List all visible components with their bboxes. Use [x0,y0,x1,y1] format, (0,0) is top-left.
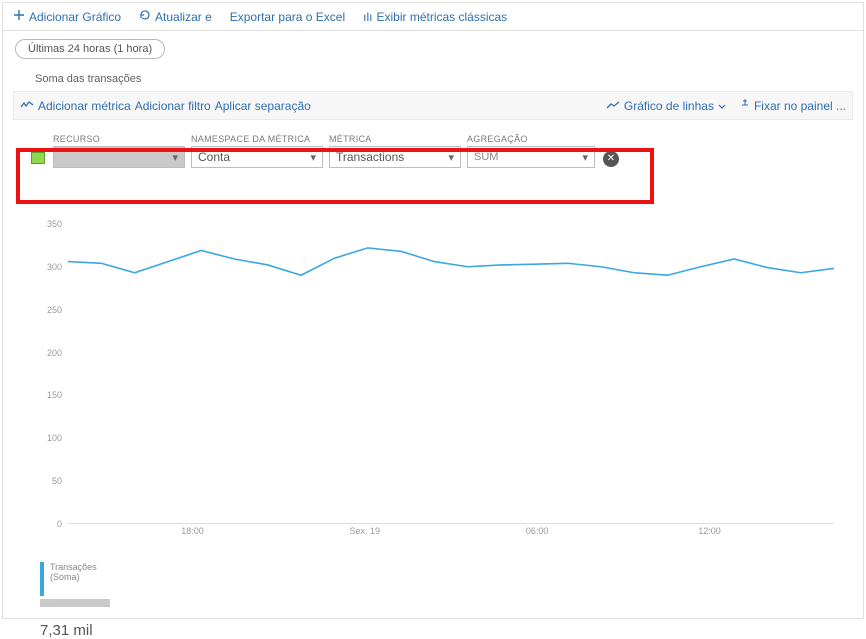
recurso-label: RECURSO [53,134,185,144]
legend-redacted-box [40,599,110,607]
add-metric-label: Adicionar métrica [38,99,131,113]
add-metric-button[interactable]: Adicionar métrica [20,99,131,113]
time-range-label: Últimas 24 horas (1 hora) [28,43,152,55]
add-chart-button[interactable]: Adicionar Gráfico [13,9,121,24]
y-tick: 350 [47,219,62,229]
chevron-down-icon: ▾ [448,151,454,164]
y-tick: 200 [47,348,62,358]
close-icon: ✕ [607,153,615,164]
pin-button[interactable]: Fixar no painel ... [740,98,846,113]
x-tick: 18:00 [181,526,204,536]
refresh-icon [139,9,151,24]
legend-series-name: Transações (Soma) [40,562,119,582]
chart-type-label: Gráfico de linhas [624,99,714,113]
show-classic-label: Exibir métricas clássicas [376,10,507,24]
export-excel-label: Exportar para o Excel [230,10,345,24]
y-tick: 100 [47,433,62,443]
y-axis: 050100150200250300350 [40,224,64,524]
time-range-chip[interactable]: Últimas 24 horas (1 hora) [15,39,165,59]
agregacao-label: AGREGAÇÃO [467,134,595,144]
metric-selector-row: RECURSO ▾ NAMESPACE DA MÉTRICA Conta ▾ M… [31,134,863,168]
section-title: Soma das transações [3,59,863,91]
metrica-value: Transactions [336,150,404,164]
agregacao-select[interactable]: SUM ▾ [467,146,595,168]
plus-icon [13,9,25,24]
x-axis: 18:00 Sex. 19 06:00 12:00 [68,526,834,540]
add-filter-label: Adicionar filtro [135,99,211,113]
x-tick: Sex. 19 [350,526,381,536]
series-line [68,248,834,275]
y-tick: 0 [57,519,62,529]
x-tick: 06:00 [526,526,549,536]
recurso-select[interactable]: ▾ [53,146,185,168]
remove-metric-button[interactable]: ✕ [603,151,619,167]
y-tick: 50 [52,476,62,486]
show-classic-button[interactable]: ılı Exibir métricas clássicas [363,10,507,24]
y-tick: 150 [47,390,62,400]
chart-toolbar: Adicionar métrica Adicionar filtro Aplic… [13,91,853,120]
top-toolbar: Adicionar Gráfico Atualizar e Exportar p… [3,3,863,31]
chevron-down-icon: ▾ [172,151,178,164]
update-label: Atualizar e [155,10,212,24]
sparkline-icon [20,99,34,113]
namespace-label: NAMESPACE DA MÉTRICA [191,134,323,144]
agregacao-value: SUM [474,151,498,163]
metrica-label: MÉTRICA [329,134,461,144]
x-tick: 12:00 [698,526,721,536]
chevron-down-icon: ▾ [582,151,588,164]
add-filter-button[interactable]: Adicionar filtro [135,99,211,113]
pin-icon [740,98,750,113]
export-excel-button[interactable]: Exportar para o Excel [230,10,345,24]
legend-value: 7,31 mil [40,622,119,639]
apply-split-button[interactable]: Aplicar separação [215,99,311,113]
chart-type-button[interactable]: Gráfico de linhas [606,99,726,113]
apply-split-label: Aplicar separação [215,99,311,113]
namespace-value: Conta [198,150,230,164]
pin-label: Fixar no painel ... [754,99,846,113]
namespace-select[interactable]: Conta ▾ [191,146,323,168]
chevron-down-icon [718,99,726,113]
y-tick: 250 [47,305,62,315]
chart: 050100150200250300350 18:00Sex. 1906:001… [40,224,834,544]
plot-area[interactable] [68,224,834,524]
metrica-select[interactable]: Transactions ▾ [329,146,461,168]
bars-icon: ılı [363,10,372,24]
legend: Transações (Soma) 7,31 mil [40,562,119,639]
update-button[interactable]: Atualizar e [139,9,212,24]
y-tick: 300 [47,262,62,272]
add-chart-label: Adicionar Gráfico [29,10,121,24]
line-chart-icon [606,99,620,113]
legend-color-bar [40,562,44,596]
chevron-down-icon: ▾ [310,151,316,164]
series-color-swatch[interactable] [31,152,45,164]
